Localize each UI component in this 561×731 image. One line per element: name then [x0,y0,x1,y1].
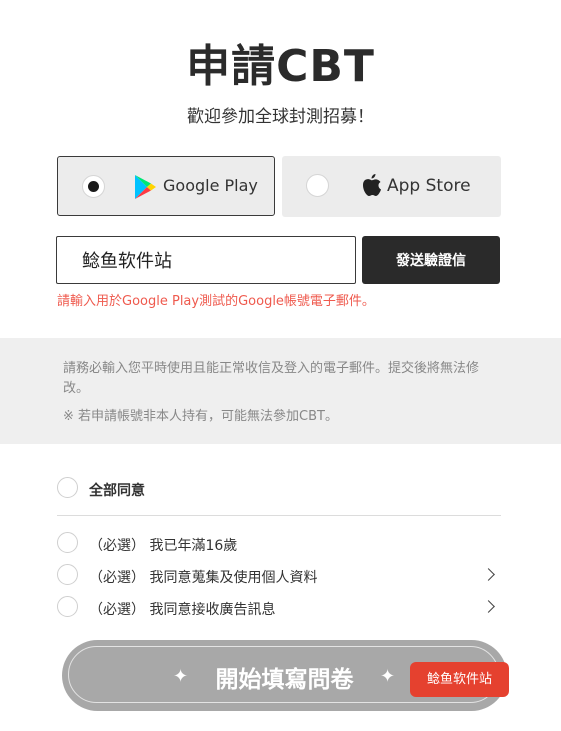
google-play-icon [135,175,156,199]
send-verification-button[interactable]: 發送驗證信 [362,236,500,284]
radio-unselected[interactable] [306,174,329,197]
agree-ads-checkbox[interactable] [57,596,78,617]
page-subtitle: 歡迎參加全球封測招募！ [187,107,374,127]
agree-ads-label[interactable]: （必選） 我同意接收廣告訊息 [89,599,275,619]
chevron-right-icon[interactable] [482,568,495,581]
agree-all-label[interactable]: 全部同意 [89,480,145,500]
chevron-right-icon[interactable] [482,600,495,613]
platform-option-google-play[interactable]: Google Play [57,156,275,216]
agree-privacy-label[interactable]: （必選） 我同意蒐集及使用個人資料 [89,567,317,587]
notice-box: 請務必輸入您平時使用且能正常收信及登入的電子郵件。提交後將無法修改。 ※ 若申請… [0,338,561,444]
notice-warning: ※ 若申請帳號非本人持有，可能無法參加CBT。 [63,409,338,424]
apple-icon [363,174,381,196]
sparkle-icon: ✦ [380,666,396,687]
agree-privacy-checkbox[interactable] [57,564,78,585]
watermark-badge: 鲶鱼软件站 [410,662,509,697]
notice-text: 請務必輸入您平時使用且能正常收信及登入的電子郵件。提交後將無法修改。 [63,361,480,396]
email-field[interactable] [56,236,356,284]
email-hint: 請輸入用於Google Play測試的Google帳號電子郵件。 [57,294,375,309]
agree-age-checkbox[interactable] [57,532,78,553]
radio-selected[interactable] [82,175,105,198]
page-title: 申請CBT [186,41,375,92]
divider [57,515,501,516]
platform-label: App Store [387,176,471,196]
agree-all-checkbox[interactable] [57,477,78,498]
platform-option-app-store[interactable]: App Store [282,156,501,217]
platform-label: Google Play [163,176,258,195]
agree-age-label[interactable]: （必選） 我已年滿16歲 [89,535,237,555]
